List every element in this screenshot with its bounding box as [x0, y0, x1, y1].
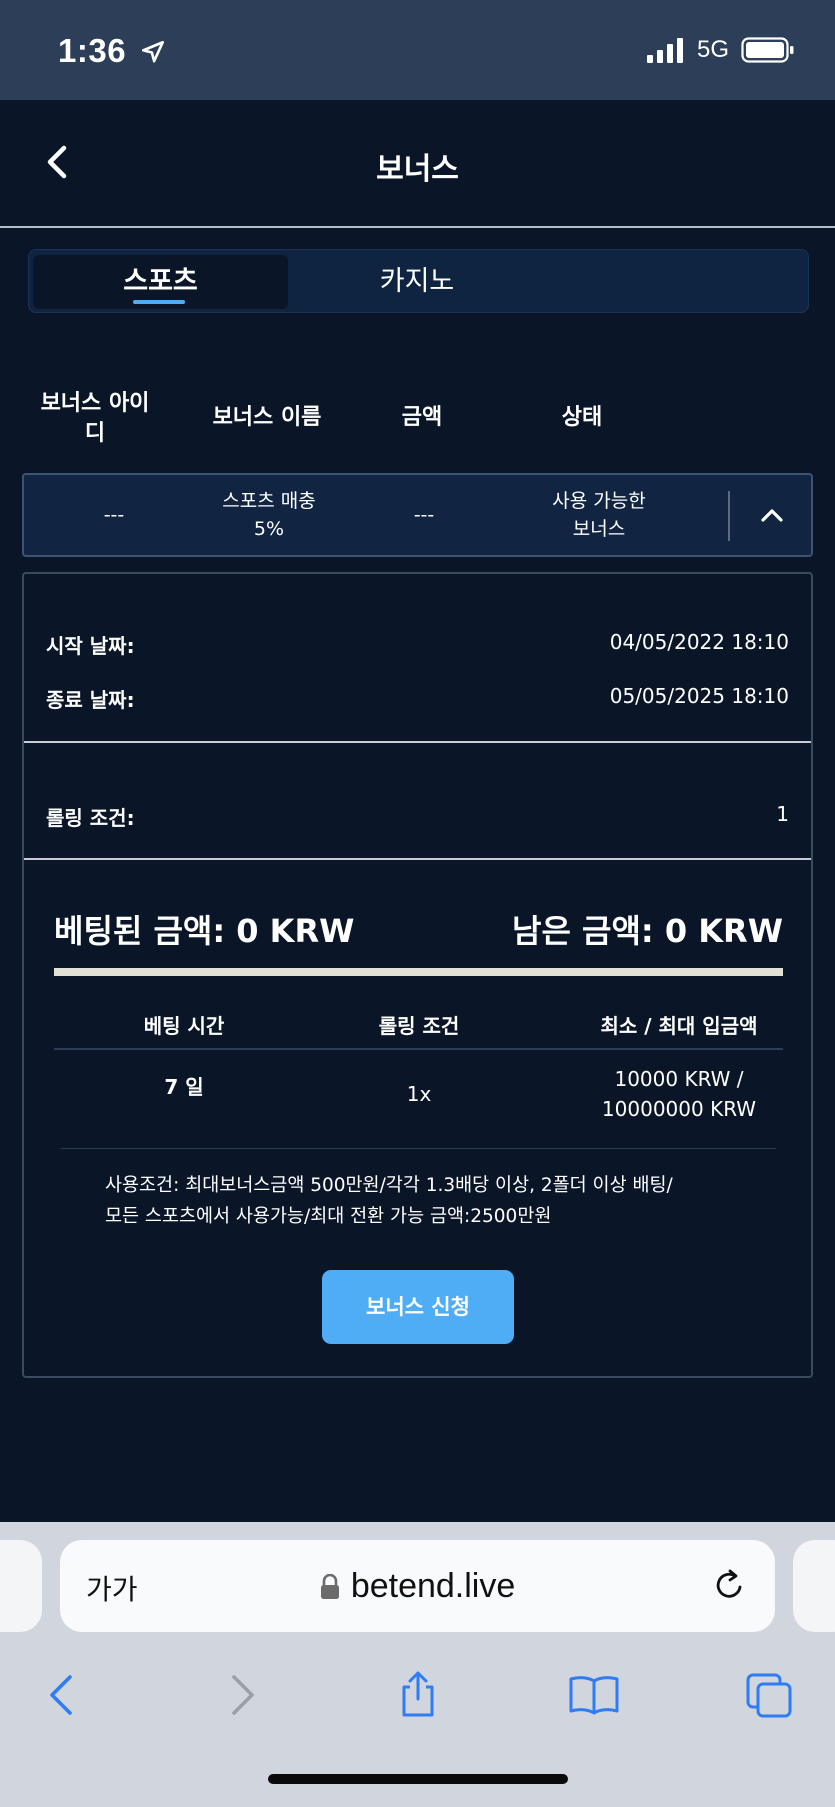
header-bonus-id: 보너스 아이디: [40, 391, 150, 446]
share-icon: [402, 1671, 434, 1717]
divider: [24, 858, 811, 860]
reload-icon: [716, 1569, 742, 1598]
remaining-amount: 남은 금액: 0 KRW: [512, 912, 783, 950]
usage-terms-line2: 모든 스포츠에서 사용가능/최대 전환 가능 금액:2500만원: [105, 1206, 552, 1227]
row-bonus-name-line1: 스포츠 매충: [222, 490, 316, 512]
usage-terms-line1: 사용조건: 최대보너스금액 500만원/각각 1.3배당 이상, 2폴더 이상 …: [105, 1175, 673, 1196]
status-indicators: 5G: [646, 36, 795, 64]
rolling-progress-bar: [54, 968, 783, 976]
bookmarks-icon: [569, 1676, 619, 1715]
location-arrow-icon: [141, 40, 164, 63]
reload-button[interactable]: [709, 1566, 749, 1606]
header-amount: 금액: [401, 405, 443, 430]
network-label: 5G: [696, 36, 729, 63]
next-tab-preview[interactable]: [793, 1540, 835, 1632]
row-status-line1: 사용 가능한: [552, 490, 646, 512]
tabs-button[interactable]: [742, 1667, 798, 1723]
chevron-up-icon: [761, 509, 783, 522]
previous-tab-preview[interactable]: [0, 1540, 42, 1632]
sub-header-deposit: 최소 / 최대 입금액: [600, 1014, 758, 1038]
header-bonus-name: 보너스 이름: [212, 405, 322, 430]
bookmarks-button[interactable]: [566, 1667, 622, 1723]
deposit-range-value: 10000 KRW / 10000000 KRW: [554, 1064, 804, 1124]
tab-sports-label: 스포츠: [123, 266, 198, 297]
usage-terms: 사용조건: 최대보너스금액 500만원/각각 1.3배당 이상, 2폴더 이상 …: [105, 1170, 745, 1232]
home-indicator: [268, 1774, 568, 1784]
header-status: 상태: [561, 405, 603, 430]
row-amount: ---: [413, 504, 435, 526]
page-title: 보너스: [376, 152, 459, 187]
bet-amount: 베팅된 금액: 0 KRW: [54, 912, 355, 950]
collapse-button[interactable]: [744, 489, 800, 541]
bet-time-value: 7 일: [164, 1075, 204, 1099]
row-bonus-name: 스포츠 매충 5%: [189, 475, 349, 555]
end-date-value: 05/05/2025 18:10: [609, 684, 789, 708]
sub-table-divider: [54, 1048, 783, 1050]
signal-icon: [646, 38, 683, 63]
row-status-line2: 보너스: [572, 518, 626, 540]
status-bar: 1:36 5G: [0, 0, 835, 100]
nav-forward-icon: [232, 1675, 254, 1715]
deposit-line2: 10000000 KRW: [601, 1097, 757, 1121]
url-display[interactable]: betend.live: [60, 1567, 775, 1606]
bonus-detail-panel: 시작 날짜: 04/05/2022 18:10 종료 날짜: 05/05/202…: [22, 572, 813, 1378]
nav-forward-button[interactable]: [214, 1667, 270, 1723]
status-time: 1:36: [58, 32, 166, 70]
battery-icon: [741, 37, 794, 63]
share-button[interactable]: [390, 1667, 446, 1723]
browser-toolbar: 가가 betend.live: [0, 1522, 835, 1807]
app-header: 보너스: [0, 100, 835, 228]
divider: [24, 741, 811, 743]
row-bonus-id: ---: [103, 504, 125, 526]
tab-casino-label: 카지노: [379, 266, 455, 297]
row-bonus-name-line2: 5%: [253, 518, 285, 540]
bonus-tabs: 스포츠 카지노: [28, 249, 809, 313]
rolling-multiplier-value: 1x: [406, 1082, 432, 1106]
bonus-row[interactable]: --- 스포츠 매충 5% --- 사용 가능한 보너스: [22, 473, 813, 557]
row-divider: [728, 491, 730, 541]
lock-icon: [320, 1573, 339, 1599]
end-date-label: 종료 날짜:: [46, 688, 135, 712]
row-status: 사용 가능한 보너스: [504, 475, 694, 555]
rolling-label: 롤링 조건:: [46, 806, 135, 830]
rolling-value: 1: [776, 802, 789, 826]
sub-header-bet-time: 베팅 시간: [143, 1014, 225, 1038]
nav-back-button[interactable]: [34, 1667, 90, 1723]
address-bar[interactable]: 가가 betend.live: [60, 1540, 775, 1632]
start-date-label: 시작 날짜:: [46, 634, 135, 658]
sub-header-rolling: 롤링 조건: [378, 1014, 460, 1038]
deposit-line1: 10000 KRW /: [614, 1067, 744, 1091]
url-text: betend.live: [350, 1567, 516, 1605]
start-date-value: 04/05/2022 18:10: [609, 630, 789, 654]
tabs-icon: [746, 1673, 792, 1718]
table-header: 보너스 아이디 보너스 이름 금액 상태: [22, 385, 812, 455]
tab-sports[interactable]: 스포츠: [33, 255, 288, 309]
note-divider: [61, 1148, 776, 1149]
tab-casino[interactable]: 카지노: [288, 255, 546, 309]
apply-bonus-button[interactable]: 보너스 신청: [322, 1270, 514, 1344]
nav-back-icon: [50, 1675, 72, 1715]
tab-active-indicator: [133, 300, 185, 304]
